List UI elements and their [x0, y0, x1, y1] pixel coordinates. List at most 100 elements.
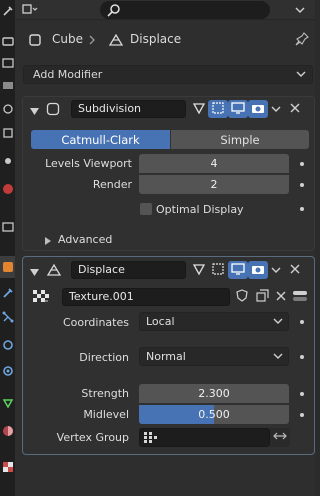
tab-world[interactable] [0, 122, 15, 144]
breadcrumb-modifier: Displace [130, 32, 182, 46]
displace-modifier-icon [108, 32, 124, 51]
vertex-group-field[interactable] [139, 428, 270, 447]
texture-checker-icon[interactable] [33, 289, 49, 306]
tab-scene[interactable] [0, 98, 15, 120]
camera-icon [251, 262, 265, 279]
advanced-expand-icon[interactable] [45, 235, 51, 248]
shield-icon [236, 289, 248, 305]
midlevel-slider[interactable]: 0.500 [139, 405, 289, 424]
tab-particles[interactable] [0, 282, 15, 304]
catmull-clark-option[interactable]: Catmull-Clark [31, 130, 170, 149]
keyframe-dot[interactable] [300, 162, 304, 166]
unlink-texture-button[interactable] [271, 288, 291, 306]
on-cage-icon [211, 101, 225, 118]
output-icon [1, 57, 14, 69]
optimal-display-checkbox[interactable] [140, 203, 152, 215]
tab-modifiers[interactable] [0, 256, 15, 278]
invert-vertex-group-button[interactable] [270, 428, 290, 447]
tab-physics[interactable] [0, 306, 15, 328]
subdivision-name-field[interactable]: Subdivision [71, 100, 186, 118]
collapse-arrow-icon[interactable] [30, 266, 39, 279]
direction-label: Direction [79, 351, 129, 364]
coordinates-dropdown[interactable]: Local [139, 312, 289, 331]
camera-icon [251, 101, 265, 118]
edit-mode-toggle[interactable] [189, 261, 209, 279]
tab-constraints[interactable] [0, 334, 15, 356]
duplicate-icon [255, 289, 269, 305]
modifier-menu-button[interactable] [266, 100, 286, 118]
remove-modifier-button[interactable] [285, 100, 305, 118]
keyframe-dot[interactable] [300, 207, 304, 211]
on-cage-toggle[interactable] [208, 261, 228, 279]
tool-icon [2, 5, 14, 17]
render-toggle[interactable] [248, 100, 268, 118]
coordinates-label: Coordinates [62, 316, 129, 329]
editor-header [15, 0, 315, 20]
simple-option[interactable]: Simple [171, 130, 309, 149]
options-button[interactable] [291, 1, 309, 19]
keyframe-dot[interactable] [300, 320, 304, 324]
vertex-group-icon [144, 432, 158, 447]
search-icon [107, 3, 121, 20]
keyframe-dot[interactable] [300, 392, 304, 396]
edit-mode-toggle[interactable] [189, 100, 209, 118]
tab-output[interactable] [0, 52, 15, 74]
tab-texture[interactable] [0, 178, 15, 200]
chevron-down-icon [271, 103, 281, 116]
tab-collection[interactable] [0, 150, 15, 172]
tab-texture-checker[interactable] [0, 456, 15, 478]
advanced-subpanel-label[interactable]: Advanced [58, 233, 112, 246]
pin-icon[interactable] [295, 32, 309, 49]
fake-user-toggle[interactable] [232, 288, 252, 306]
strength-field[interactable]: 2.300 [139, 384, 289, 403]
tab-object[interactable] [0, 216, 15, 238]
midlevel-value: 0.500 [198, 408, 230, 421]
monitor-icon [231, 101, 245, 118]
breadcrumb: Cube Displace [15, 26, 315, 54]
on-cage-toggle[interactable] [208, 100, 228, 118]
properties-editor-icon [22, 3, 38, 18]
close-icon [276, 291, 286, 304]
collapse-arrow-icon[interactable] [30, 105, 39, 118]
keyframe-dot[interactable] [300, 183, 304, 187]
viewport-display-toggle[interactable] [228, 100, 248, 118]
add-modifier-button[interactable]: Add Modifier [23, 65, 313, 84]
levels-viewport-field[interactable]: 4 [139, 154, 289, 173]
displace-name-field[interactable]: Displace [71, 261, 186, 279]
displace-modifier-icon [46, 262, 62, 281]
texture-properties-button[interactable] [290, 288, 310, 306]
physics-icon [2, 311, 14, 323]
world-icon [2, 127, 14, 139]
texture-name-field[interactable]: Texture.001 [62, 288, 230, 306]
remove-modifier-button[interactable] [285, 261, 305, 279]
edit-mode-icon [192, 101, 206, 118]
tab-object-data[interactable] [0, 392, 15, 414]
tab-physics-force[interactable] [0, 360, 15, 382]
texture-icon [2, 183, 14, 195]
material-icon [2, 425, 14, 437]
render-toggle[interactable] [248, 261, 268, 279]
properties-tab-strip [0, 0, 15, 496]
edit-mode-icon [192, 262, 206, 279]
render-levels-field[interactable]: 2 [139, 175, 289, 194]
arrow-left-right-icon [273, 431, 287, 444]
tab-view-layer[interactable] [0, 74, 15, 96]
direction-dropdown[interactable]: Normal [139, 347, 289, 366]
keyframe-dot[interactable] [300, 413, 304, 417]
editor-type-button[interactable] [19, 1, 41, 19]
tab-tool[interactable] [0, 0, 15, 22]
view-layer-icon [2, 79, 14, 91]
close-icon [290, 264, 300, 277]
search-input[interactable] [100, 1, 270, 19]
chevron-down-icon [273, 351, 283, 364]
on-cage-icon [211, 262, 225, 279]
subdivision-modifier-icon [46, 102, 60, 119]
modifier-menu-button[interactable] [266, 261, 286, 279]
tab-material[interactable] [0, 420, 15, 442]
duplicate-texture-button[interactable] [252, 288, 272, 306]
tab-render[interactable] [0, 30, 15, 52]
subdivision-modifier-panel: Subdivision Catmull-Clark Simple Levels … [22, 96, 315, 251]
viewport-display-toggle[interactable] [228, 261, 248, 279]
keyframe-dot[interactable] [300, 355, 304, 359]
particles-icon [2, 287, 14, 299]
